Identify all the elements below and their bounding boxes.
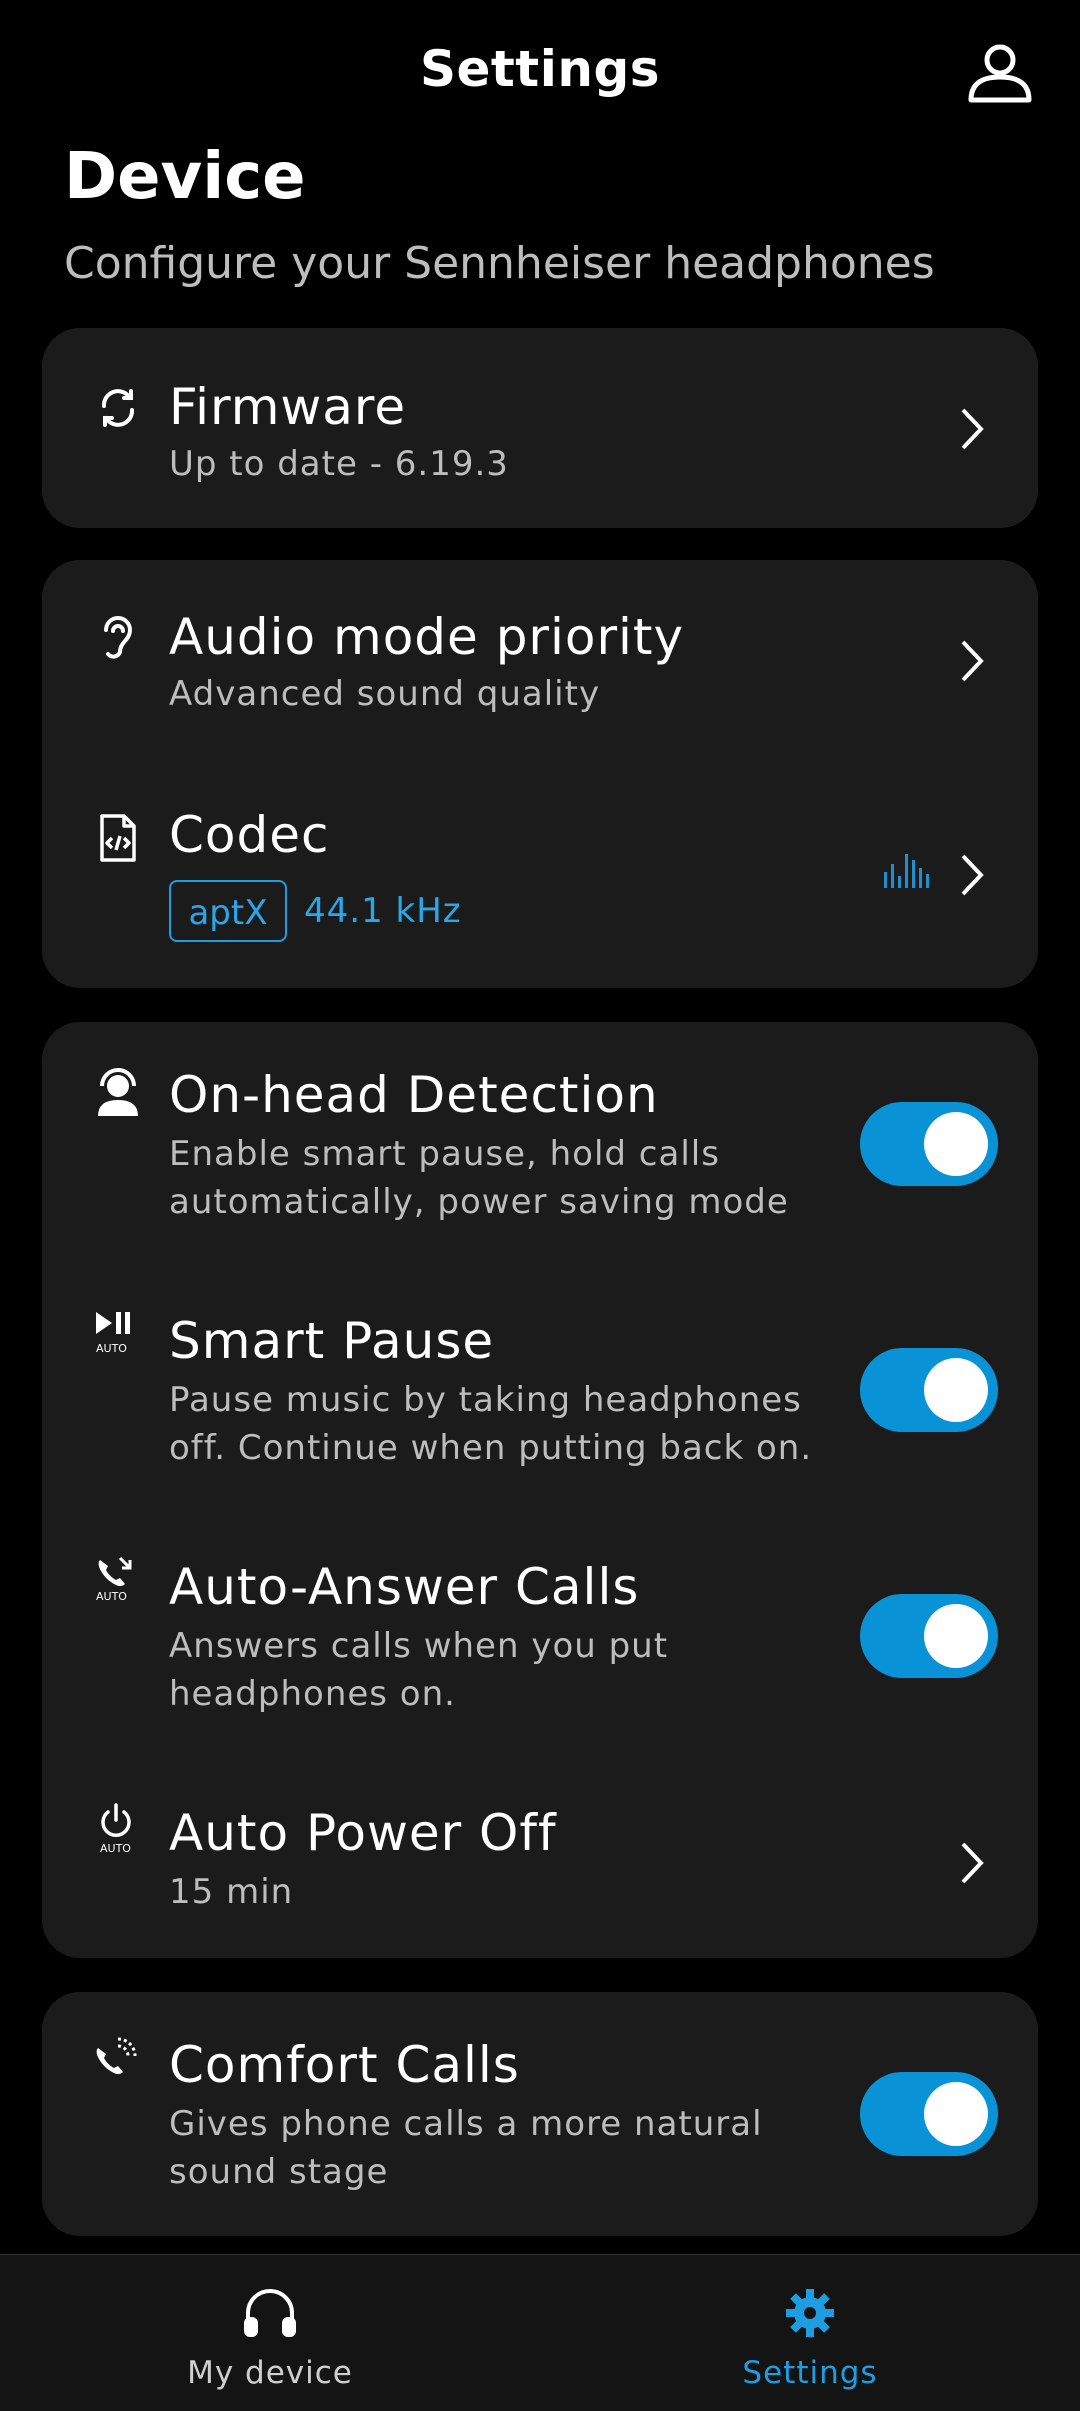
firmware-detail: Up to date - 6.19.3 (169, 444, 509, 484)
phone-sound-icon (96, 2037, 137, 2075)
auto-answer-row: AUTO Auto-Answer Calls Answers calls whe… (42, 1514, 1038, 1760)
codec-label: Codec (169, 806, 330, 864)
auto-power-row[interactable]: AUTO Auto Power Off 15 min (42, 1760, 1038, 1958)
toggle-knob (924, 1604, 988, 1668)
svg-text:AUTO: AUTO (96, 1590, 127, 1603)
on-head-toggle[interactable] (860, 1102, 998, 1186)
codec-frequency: 44.1 kHz (304, 891, 462, 931)
smart-pause-detail-line: off. Continue when putting back on. (169, 1428, 813, 1468)
section-title: Device (64, 140, 306, 214)
bottom-nav: My device Settings (0, 2254, 1080, 2411)
nav-settings[interactable]: Settings (660, 2255, 960, 2411)
head-detection-icon (98, 1068, 138, 1116)
audio-mode-label: Audio mode priority (169, 608, 685, 666)
on-head-label: On-head Detection (169, 1066, 659, 1124)
auto-answer-detail: Answers calls when you put headphones on… (169, 1622, 869, 1718)
codec-badge: aptX (169, 880, 287, 942)
play-pause-auto-icon: AUTO (96, 1312, 130, 1355)
nav-label: Settings (742, 2355, 878, 2391)
comfort-calls-detail-line: sound stage (169, 2152, 389, 2192)
audio-mode-row[interactable]: Audio mode priority Advanced sound quali… (42, 560, 1038, 760)
auto-power-label: Auto Power Off (169, 1804, 557, 1862)
nav-label: My device (187, 2355, 353, 2391)
on-head-detail: Enable smart pause, hold calls automatic… (169, 1130, 869, 1226)
comfort-calls-detail-line: Gives phone calls a more natural (169, 2104, 763, 2144)
chevron-right-icon (961, 408, 984, 450)
power-auto-icon: AUTO (100, 1803, 131, 1855)
firmware-label: Firmware (169, 378, 407, 436)
smart-pause-detail-line: Pause music by taking headphones (169, 1380, 802, 1420)
comfort-calls-label: Comfort Calls (169, 2036, 520, 2094)
toggle-knob (924, 1358, 988, 1422)
nav-my-device[interactable]: My device (120, 2255, 420, 2411)
on-head-detail-line: Enable smart pause, hold calls (169, 1134, 720, 1174)
audio-bars-icon (884, 854, 929, 888)
auto-power-detail: 15 min (169, 1872, 294, 1912)
chevron-right-icon (961, 854, 984, 896)
firmware-card: Firmware Up to date - 6.19.3 (42, 328, 1038, 528)
chevron-right-icon (961, 1842, 984, 1884)
code-file-icon (100, 814, 136, 862)
section-subtitle: Configure your Sennheiser headphones (64, 238, 935, 289)
gear-icon (786, 2289, 834, 2337)
auto-answer-detail-line: Answers calls when you put (169, 1626, 669, 1666)
phone-auto-icon: AUTO (96, 1556, 132, 1603)
smart-pause-toggle[interactable] (860, 1348, 998, 1432)
audio-mode-detail: Advanced sound quality (169, 674, 601, 714)
on-head-detail-line: automatically, power saving mode (169, 1182, 789, 1222)
comfort-calls-card: Comfort Calls Gives phone calls a more n… (42, 1992, 1038, 2236)
headphones-icon (244, 2289, 296, 2337)
page-title: Settings (419, 40, 660, 98)
audio-card: Audio mode priority Advanced sound quali… (42, 560, 1038, 988)
person-icon[interactable] (966, 42, 1034, 104)
comfort-calls-row: Comfort Calls Gives phone calls a more n… (42, 1992, 1038, 2236)
detection-card: On-head Detection Enable smart pause, ho… (42, 1022, 1038, 1958)
sync-icon (102, 389, 134, 427)
auto-answer-toggle[interactable] (860, 1594, 998, 1678)
top-bar: Settings (0, 0, 1080, 150)
comfort-calls-toggle[interactable] (860, 2072, 998, 2156)
smart-pause-row: AUTO Smart Pause Pause music by taking h… (42, 1268, 1038, 1514)
chevron-right-icon (961, 640, 984, 682)
svg-text:AUTO: AUTO (96, 1342, 127, 1355)
smart-pause-label: Smart Pause (169, 1312, 495, 1370)
on-head-row: On-head Detection Enable smart pause, ho… (42, 1022, 1038, 1268)
firmware-row[interactable]: Firmware Up to date - 6.19.3 (42, 328, 1038, 528)
toggle-knob (924, 2082, 988, 2146)
codec-row[interactable]: Codec aptX 44.1 kHz (42, 760, 1038, 988)
smart-pause-detail: Pause music by taking headphones off. Co… (169, 1376, 889, 1472)
comfort-calls-detail: Gives phone calls a more natural sound s… (169, 2100, 869, 2196)
toggle-knob (924, 1112, 988, 1176)
auto-answer-label: Auto-Answer Calls (169, 1558, 640, 1616)
ear-icon (104, 616, 133, 659)
auto-answer-detail-line: headphones on. (169, 1674, 456, 1714)
svg-text:AUTO: AUTO (100, 1842, 131, 1855)
